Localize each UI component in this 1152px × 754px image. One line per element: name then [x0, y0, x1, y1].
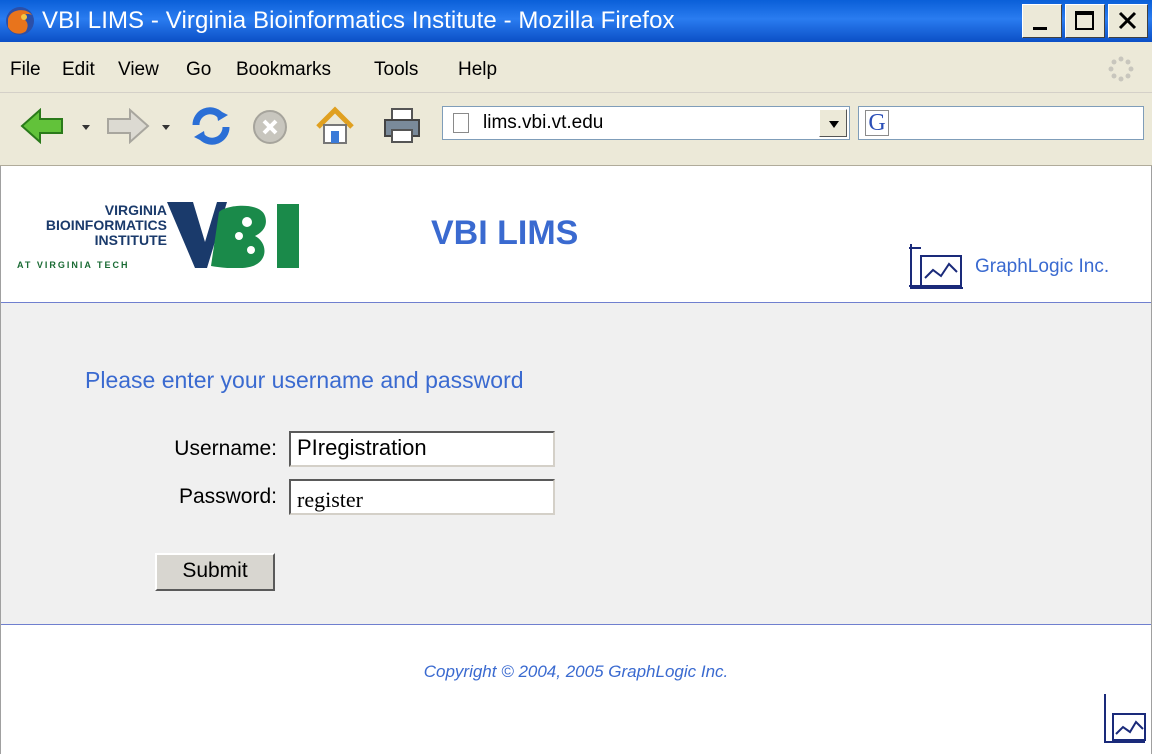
minimize-button[interactable] — [1022, 4, 1062, 38]
address-dropdown-button[interactable] — [819, 109, 847, 137]
search-engine-icon[interactable]: G — [865, 110, 889, 136]
back-arrow-icon[interactable] — [20, 108, 64, 144]
page-header: VIRGINIA BIOINFORMATICS INSTITUTE AT VIR… — [1, 166, 1151, 302]
minimize-icon — [1033, 27, 1047, 30]
vbi-logo-line2: BIOINFORMATICS — [45, 217, 167, 233]
graphlogic-small-logo-icon — [1104, 694, 1146, 743]
menu-view[interactable]: View — [118, 59, 159, 81]
submit-button[interactable]: Submit — [155, 553, 275, 591]
username-label: Username: — [174, 437, 277, 460]
menu-go[interactable]: Go — [186, 59, 211, 81]
password-label: Password: — [178, 485, 277, 508]
maximize-icon — [1075, 11, 1094, 30]
close-icon — [1118, 11, 1137, 30]
home-icon[interactable] — [314, 105, 356, 147]
back-dropdown-icon[interactable] — [82, 125, 90, 130]
forward-dropdown-icon[interactable] — [162, 125, 170, 130]
reload-icon[interactable] — [190, 105, 232, 147]
address-bar[interactable]: lims.vbi.vt.edu — [442, 106, 850, 140]
password-field[interactable]: register — [289, 479, 555, 515]
vbi-mark-icon — [167, 202, 299, 268]
vbi-logo-line3: INSTITUTE — [94, 232, 167, 248]
window-title: VBI LIMS - Virginia Bioinformatics Insti… — [42, 7, 675, 34]
window-titlebar[interactable]: VBI LIMS - Virginia Bioinformatics Insti… — [0, 0, 1152, 42]
stop-icon[interactable] — [250, 107, 290, 147]
page-footer: Copyright © 2004, 2005 GraphLogic Inc. — [1, 626, 1151, 754]
forward-arrow-icon[interactable] — [106, 108, 150, 144]
copyright-text: Copyright © 2004, 2005 GraphLogic Inc. — [423, 662, 729, 681]
app-title: VBI LIMS — [431, 214, 579, 252]
login-panel: Please enter your username and password … — [1, 303, 1151, 624]
vbi-logo-line1: VIRGINIA — [104, 202, 167, 218]
vbi-logo-line4: AT VIRGINIA TECH — [17, 260, 130, 270]
company-name: GraphLogic Inc. — [975, 256, 1110, 277]
address-url: lims.vbi.vt.edu — [483, 112, 604, 133]
footer-divider — [1, 624, 1151, 625]
navigation-toolbar: lims.vbi.vt.edu G — [0, 93, 1152, 166]
menu-help[interactable]: Help — [458, 59, 497, 81]
page-content: VIRGINIA BIOINFORMATICS INSTITUTE AT VIR… — [0, 166, 1152, 754]
menu-tools[interactable]: Tools — [374, 59, 418, 81]
page-icon — [453, 113, 469, 133]
username-field[interactable]: PIregistration — [289, 431, 555, 467]
menu-bar: File Edit View Go Bookmarks Tools Help — [0, 42, 1152, 93]
graphlogic-logo-icon — [909, 244, 963, 289]
search-box[interactable]: G — [858, 106, 1144, 140]
menu-bookmarks[interactable]: Bookmarks — [236, 59, 331, 81]
menu-edit[interactable]: Edit — [62, 59, 95, 81]
firefox-icon — [6, 7, 34, 35]
login-prompt: Please enter your username and password — [85, 367, 524, 393]
print-icon[interactable] — [382, 106, 422, 146]
menu-file[interactable]: File — [10, 59, 41, 81]
throbber-icon — [1108, 56, 1134, 82]
maximize-button[interactable] — [1065, 4, 1105, 38]
close-button[interactable] — [1108, 4, 1148, 38]
